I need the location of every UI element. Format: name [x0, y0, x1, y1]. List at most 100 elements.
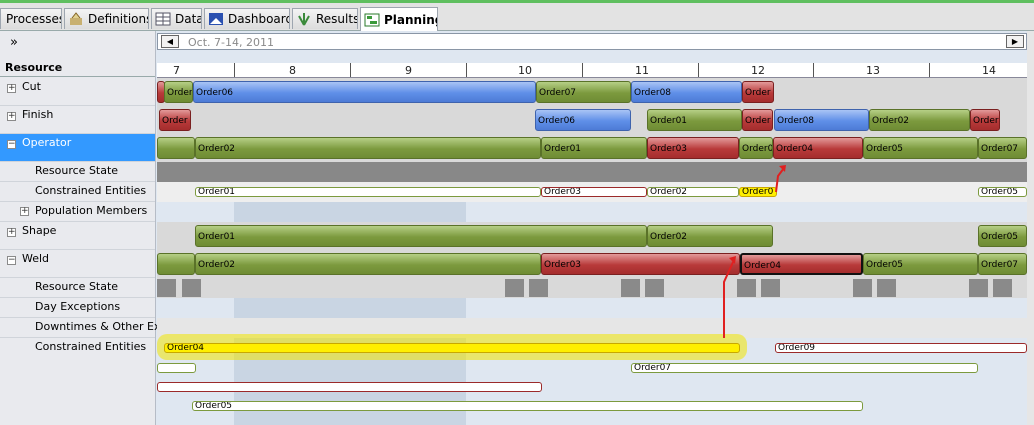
downtime-block[interactable]: [529, 279, 548, 297]
entity-bar[interactable]: Order04: [164, 343, 740, 353]
subrow-constrained-entities[interactable]: Constrained Entities: [0, 182, 155, 202]
subrow-label-resource-state: Resource State: [35, 164, 119, 177]
order-bar[interactable]: Order02: [195, 137, 541, 159]
tab-definitions[interactable]: Definitions: [64, 8, 149, 29]
order-bar[interactable]: Order: [970, 109, 1000, 131]
resource-label-finish: Finish: [22, 108, 54, 121]
tab-results[interactable]: Results: [292, 8, 358, 29]
expand-cut-button[interactable]: +: [7, 84, 16, 93]
subrow-downtimes[interactable]: Downtimes & Other Ex: [0, 318, 161, 338]
subrow-label-population-members: Population Members: [35, 204, 148, 217]
subrow-resource-state[interactable]: Resource State: [0, 162, 155, 182]
definitions-icon: [70, 12, 82, 25]
collapse-operator-button[interactable]: −: [7, 140, 16, 149]
order-bar[interactable]: Order05: [863, 253, 978, 275]
resource-panel: » Resource + Cut + Finish − Operator Res…: [0, 31, 161, 425]
entity-bar[interactable]: Order01: [195, 187, 541, 197]
day-label: 13: [866, 64, 880, 77]
downtime-block[interactable]: [853, 279, 872, 297]
day-tick: [234, 63, 235, 77]
resource-label-cut: Cut: [22, 80, 41, 93]
subrow-population-members[interactable]: + Population Members: [0, 202, 155, 222]
lane-operator-resource-state: [157, 162, 1027, 182]
vertical-scrollbar[interactable]: [1027, 31, 1034, 425]
order-bar[interactable]: Order06: [193, 81, 536, 103]
order-bar[interactable]: Order08: [631, 81, 742, 103]
resource-row-shape[interactable]: + Shape: [0, 222, 155, 250]
subrow-label-downtimes: Downtimes & Other Ex: [35, 320, 161, 333]
order-bar[interactable]: Order05: [978, 225, 1027, 247]
resource-row-cut[interactable]: + Cut: [0, 78, 155, 106]
expand-population-members-button[interactable]: +: [20, 207, 29, 216]
day-tick: [698, 63, 699, 77]
downtime-block[interactable]: [993, 279, 1012, 297]
resource-label-shape: Shape: [22, 224, 57, 237]
annotation-arrows: [723, 165, 786, 338]
entity-bar[interactable]: [157, 363, 196, 373]
resource-row-operator[interactable]: − Operator: [0, 134, 155, 162]
order-bar[interactable]: Order05: [863, 137, 978, 159]
collapse-panel-button[interactable]: »: [10, 35, 18, 50]
planning-icon: [364, 13, 380, 26]
downtime-block[interactable]: [877, 279, 896, 297]
resource-label-weld: Weld: [22, 252, 50, 265]
downtime-block[interactable]: [182, 279, 201, 297]
order-bar[interactable]: Order: [742, 81, 774, 103]
day-tick: [813, 63, 814, 77]
day-label: 14: [982, 64, 996, 77]
downtime-block[interactable]: [505, 279, 524, 297]
downtime-block[interactable]: [157, 279, 176, 297]
downtime-block[interactable]: [621, 279, 640, 297]
tab-planning[interactable]: Planning: [360, 7, 438, 31]
order-bar[interactable]: Order06: [535, 109, 631, 131]
tab-data[interactable]: Data: [151, 8, 202, 29]
subrow-label-day-exceptions: Day Exceptions: [35, 300, 121, 313]
order-bar[interactable]: Order07: [978, 253, 1027, 275]
tab-results-label: Results: [316, 12, 358, 26]
order-bar[interactable]: Order01: [647, 109, 742, 131]
tab-data-label: Data: [175, 12, 202, 26]
resource-label-operator: Operator: [22, 136, 72, 149]
tab-dashboard[interactable]: Dashboard: [204, 8, 290, 29]
order-bar[interactable]: Order01: [195, 225, 647, 247]
order-bar[interactable]: Order02: [869, 109, 970, 131]
subrow-weld-resource-state[interactable]: Resource State: [0, 278, 155, 298]
order-bar[interactable]: Order07: [536, 81, 631, 103]
dashboard-icon: [209, 13, 223, 25]
order-bar[interactable]: [157, 137, 195, 159]
order-bar[interactable]: Order01: [541, 137, 647, 159]
entity-bar[interactable]: Order03: [541, 187, 647, 197]
tab-processes[interactable]: Processes: [0, 8, 62, 29]
date-range-label: Oct. 7-14, 2011: [188, 36, 274, 49]
tab-definitions-label: Definitions: [88, 12, 149, 26]
expand-shape-button[interactable]: +: [7, 228, 16, 237]
resource-row-weld[interactable]: − Weld: [0, 250, 155, 278]
entity-bar[interactable]: Order05: [978, 187, 1027, 197]
resource-row-finish[interactable]: + Finish: [0, 106, 155, 134]
subrow-label-constrained-entities: Constrained Entities: [35, 184, 147, 197]
day-label: 10: [518, 64, 532, 77]
expand-finish-button[interactable]: +: [7, 112, 16, 121]
subrow-weld-constrained-entities[interactable]: Constrained Entities: [0, 338, 155, 418]
order-bar[interactable]: Order07: [978, 137, 1027, 159]
previous-period-button[interactable]: ◀: [161, 35, 179, 48]
next-period-button[interactable]: ▶: [1006, 35, 1024, 48]
results-icon: [298, 13, 310, 26]
order-bar[interactable]: Order: [159, 109, 191, 131]
day-label: 7: [173, 64, 180, 77]
entity-bar[interactable]: Order05: [192, 401, 863, 411]
order-bar[interactable]: Order: [164, 81, 193, 103]
collapse-weld-button[interactable]: −: [7, 256, 16, 265]
day-tick: [929, 63, 930, 77]
order-bar[interactable]: [157, 253, 195, 275]
day-label: 8: [289, 64, 296, 77]
downtime-block[interactable]: [969, 279, 988, 297]
day-tick: [350, 63, 351, 77]
subrow-day-exceptions[interactable]: Day Exceptions: [0, 298, 155, 318]
order-bar[interactable]: Order02: [195, 253, 541, 275]
order-bar[interactable]: Order: [742, 109, 773, 131]
order-bar[interactable]: Order08: [774, 109, 869, 131]
entity-bar[interactable]: [157, 382, 542, 392]
tab-dashboard-label: Dashboard: [228, 12, 290, 26]
downtime-block[interactable]: [645, 279, 664, 297]
